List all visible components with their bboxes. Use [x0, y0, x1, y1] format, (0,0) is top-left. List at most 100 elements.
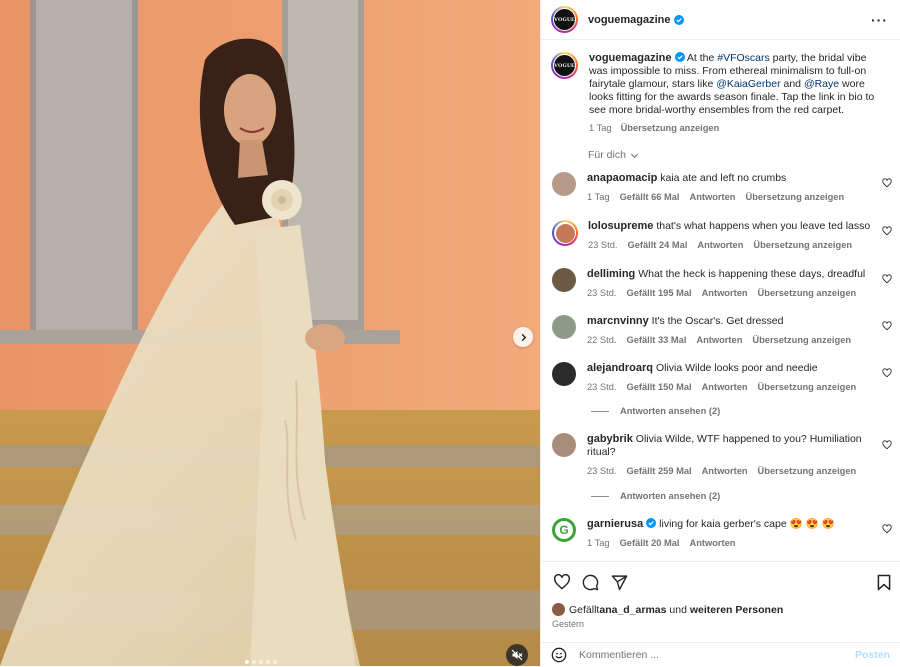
heart-icon[interactable] — [553, 574, 571, 590]
comment-input[interactable] — [577, 648, 851, 662]
translate-link[interactable]: Übersetzung anzeigen — [621, 123, 720, 133]
likes-others[interactable]: weiteren Personen — [690, 604, 783, 616]
heart-icon[interactable] — [882, 274, 892, 284]
view-replies-button[interactable]: Antworten ansehen (2) — [591, 491, 720, 501]
author-username[interactable]: voguemagazine — [588, 14, 671, 26]
more-options-button[interactable]: ··· — [871, 12, 888, 28]
post-header: VOGUE voguemagazine ··· — [541, 0, 900, 40]
comment-text: What the heck is happening these days, d… — [638, 268, 866, 280]
post-date[interactable]: Gestern — [552, 619, 584, 629]
comment-username[interactable]: delliming — [587, 268, 635, 280]
translate-link[interactable]: Übersetzung anzeigen — [758, 466, 857, 476]
emoji-icon[interactable] — [551, 647, 567, 663]
verified-icon — [673, 14, 684, 25]
heart-icon[interactable] — [882, 440, 892, 450]
hashtag-link[interactable]: #VFOscars — [717, 52, 770, 64]
carousel-indicator — [245, 660, 277, 664]
comment-username[interactable]: lolosupreme — [588, 220, 653, 232]
comment-likes[interactable]: Gefällt 195 Mal — [626, 288, 691, 298]
post-media[interactable] — [0, 0, 540, 666]
comment-username[interactable]: garnierusa — [587, 518, 643, 530]
chevron-right-icon — [521, 333, 526, 341]
post-caption: VOGUE voguemagazine At the #VFOscars par… — [541, 40, 900, 135]
comment-time[interactable]: 23 Std. — [587, 466, 616, 476]
comment-likes[interactable]: Gefällt 24 Mal — [627, 240, 687, 250]
post-action-bar — [541, 561, 900, 602]
liker-username[interactable]: ana_d_armas — [599, 604, 666, 616]
comment-avatar[interactable] — [552, 315, 576, 339]
verified-icon — [674, 52, 685, 62]
bookmark-icon[interactable] — [877, 574, 891, 591]
comment-composer: Posten — [541, 642, 900, 667]
comment-avatar[interactable] — [552, 172, 576, 196]
translate-link[interactable]: Übersetzung anzeigen — [745, 192, 844, 202]
comment-item: delliming What the heck is happening the… — [541, 268, 900, 300]
more-icon: ··· — [871, 11, 888, 28]
heart-icon[interactable] — [882, 226, 892, 236]
post-photo — [0, 0, 540, 666]
comment-likes[interactable]: Gefällt 33 Mal — [626, 335, 686, 345]
comment-sort-dropdown[interactable]: Für dich — [588, 149, 900, 161]
comment-time[interactable]: 23 Std. — [587, 288, 616, 298]
verified-icon — [646, 518, 657, 528]
vogue-logo: VOGUE — [554, 55, 575, 76]
comment-likes[interactable]: Gefällt 259 Mal — [626, 466, 691, 476]
reply-button[interactable]: Antworten — [690, 538, 736, 548]
comment-avatar[interactable] — [552, 433, 576, 457]
comment-username[interactable]: alejandroarq — [587, 362, 653, 374]
mute-button[interactable] — [506, 644, 528, 666]
comment-avatar[interactable] — [552, 268, 576, 292]
share-icon[interactable] — [611, 574, 628, 591]
caption-username[interactable]: voguemagazine — [589, 52, 672, 64]
translate-link[interactable]: Übersetzung anzeigen — [758, 288, 857, 298]
comment-username[interactable]: anapaomacip — [587, 172, 657, 184]
liker-avatar — [552, 603, 565, 616]
heart-icon[interactable] — [882, 321, 892, 331]
comment-avatar[interactable] — [552, 220, 578, 246]
reply-button[interactable]: Antworten — [690, 192, 736, 202]
reply-button[interactable]: Antworten — [702, 466, 748, 476]
view-replies-button[interactable]: Antworten ansehen (2) — [591, 406, 720, 416]
comment-avatar[interactable] — [552, 362, 576, 386]
carousel-dot — [259, 660, 263, 664]
comment-text: kaia ate and left no crumbs — [660, 172, 787, 184]
comment-icon[interactable] — [582, 574, 599, 591]
comment-username[interactable]: marcnvinny — [587, 315, 649, 327]
likes-summary[interactable]: Gefällt ana_d_armas und weiteren Persone… — [552, 603, 783, 616]
heart-icon[interactable] — [882, 524, 892, 534]
comment-item: gabybrik Olivia Wilde, WTF happened to y… — [541, 433, 900, 478]
comment-text: that's what happens when you leave ted l… — [656, 220, 871, 232]
translate-link[interactable]: Übersetzung anzeigen — [753, 240, 852, 250]
comment-likes[interactable]: Gefällt 66 Mal — [620, 192, 680, 202]
caption-avatar[interactable]: VOGUE — [551, 52, 578, 79]
mention-link[interactable]: @KaiaGerber — [716, 78, 780, 90]
reply-button[interactable]: Antworten — [697, 240, 743, 250]
reply-button[interactable]: Antworten — [696, 335, 742, 345]
comment-item: marcnvinny It's the Oscar's. Get dressed… — [541, 315, 900, 347]
author-avatar[interactable]: VOGUE — [551, 6, 578, 33]
carousel-dot — [252, 660, 256, 664]
comment-likes[interactable]: Gefällt 150 Mal — [626, 382, 691, 392]
heart-icon[interactable] — [882, 178, 892, 188]
comment-time[interactable]: 1 Tag — [587, 538, 610, 548]
comment-username[interactable]: gabybrik — [587, 433, 633, 445]
mention-link[interactable]: @Raye — [804, 78, 839, 90]
comment-time[interactable]: 23 Std. — [588, 240, 617, 250]
comment-likes[interactable]: Gefällt 20 Mal — [620, 538, 680, 548]
caption-text: and — [780, 78, 804, 90]
likes-middle: und — [666, 603, 690, 616]
translate-link[interactable]: Übersetzung anzeigen — [758, 382, 857, 392]
heart-icon[interactable] — [882, 368, 892, 378]
reply-button[interactable]: Antworten — [702, 288, 748, 298]
comment-time[interactable]: 1 Tag — [587, 192, 610, 202]
translate-link[interactable]: Übersetzung anzeigen — [752, 335, 851, 345]
caption-time[interactable]: 1 Tag — [589, 123, 612, 133]
reply-button[interactable]: Antworten — [702, 382, 748, 392]
next-slide-button[interactable] — [513, 327, 533, 347]
comment-time[interactable]: 23 Std. — [587, 382, 616, 392]
comments-scroll-area[interactable]: VOGUE voguemagazine At the #VFOscars par… — [541, 40, 900, 560]
vogue-logo: VOGUE — [554, 9, 575, 30]
post-comment-button[interactable]: Posten — [855, 649, 890, 661]
comment-time[interactable]: 22 Std. — [587, 335, 616, 345]
comment-avatar[interactable]: G — [552, 518, 576, 542]
